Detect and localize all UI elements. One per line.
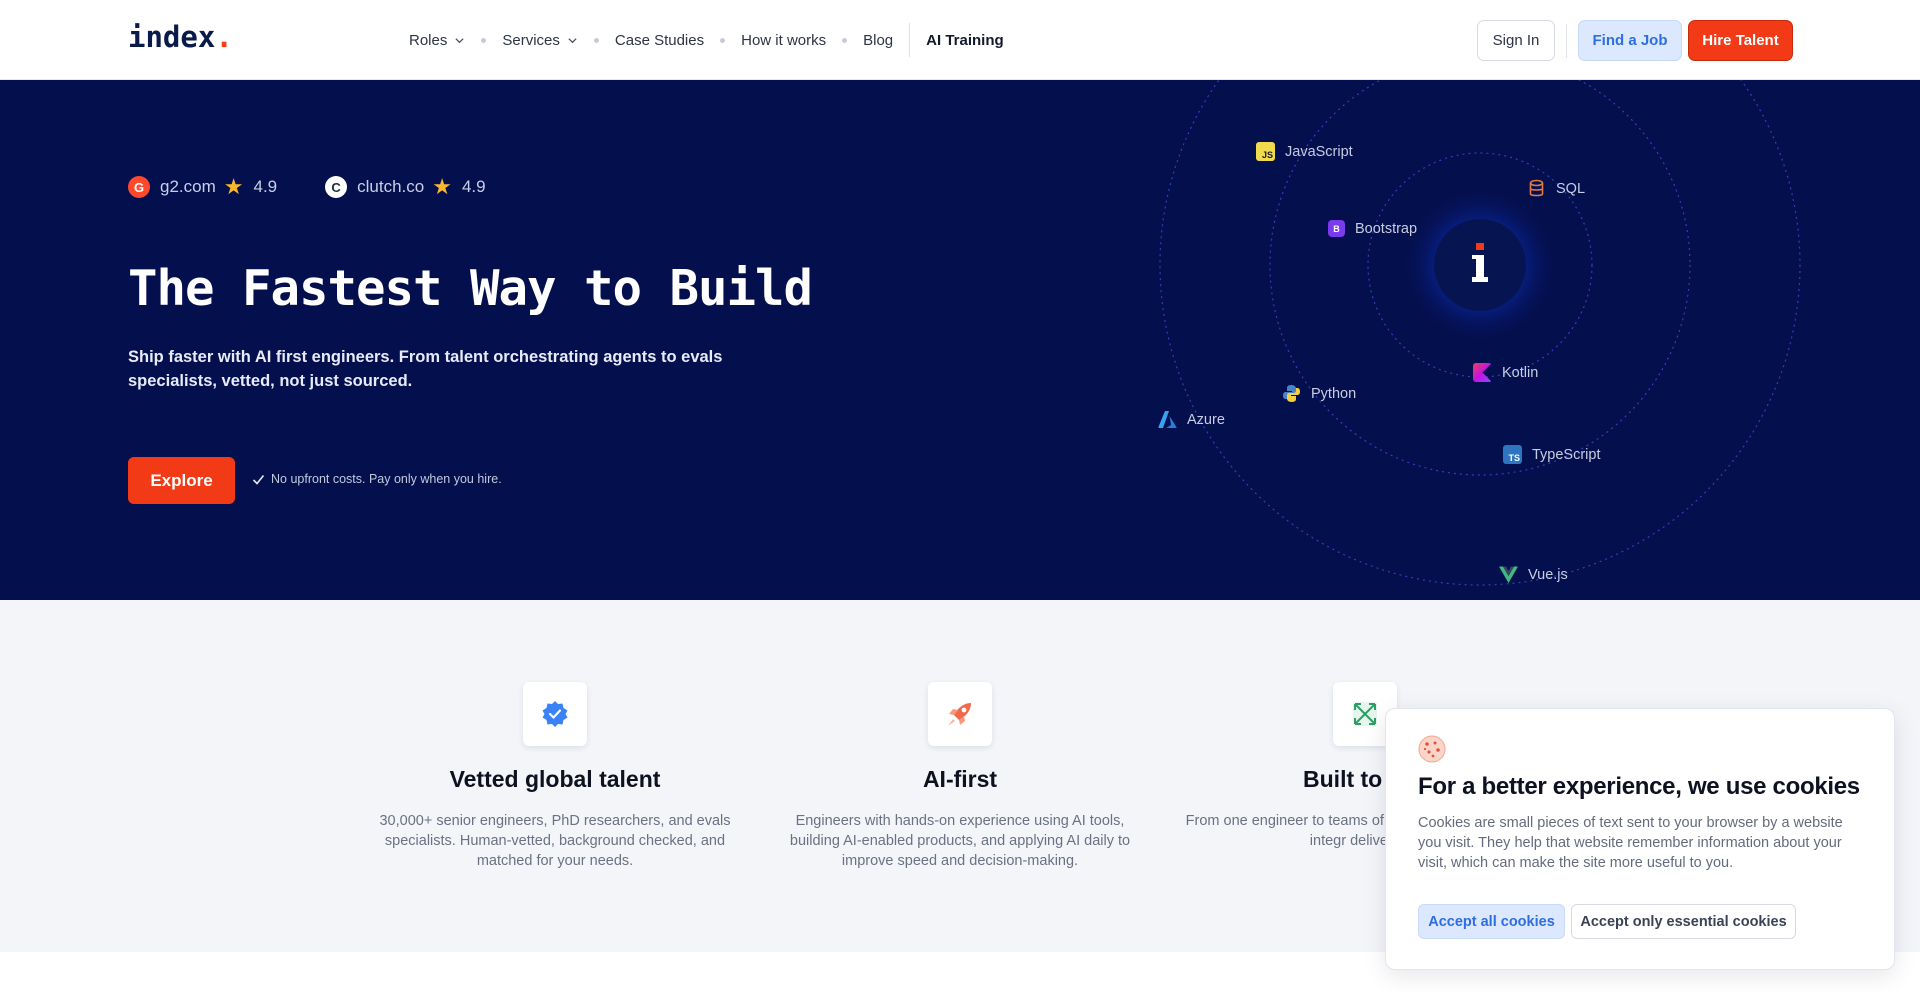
tech-label: JavaScript — [1285, 143, 1353, 160]
center-logo — [1440, 215, 1520, 315]
kotlin-icon — [1473, 363, 1492, 382]
rating-score: 4.9 — [461, 177, 486, 196]
checkmark-icon — [252, 474, 265, 485]
tech-javascript: JS JavaScript — [1256, 142, 1353, 161]
nav-dot-separator — [481, 37, 487, 43]
feature-text: 30,000+ senior engineers, PhD researcher… — [379, 813, 731, 869]
nav-item-case-studies[interactable]: Case Studies — [615, 32, 704, 49]
star-icon: ★ — [223, 174, 244, 199]
verified-badge-icon — [542, 701, 568, 727]
cookie-icon — [1418, 735, 1446, 763]
tech-label: TypeScript — [1532, 446, 1601, 463]
typescript-icon: TS — [1503, 445, 1522, 464]
hero-title: The Fastest Way to Build — [128, 260, 813, 317]
hire-talent-button[interactable]: Hire Talent — [1688, 20, 1793, 61]
rating-score: 4.9 — [253, 177, 278, 196]
logo-text: index — [128, 20, 216, 54]
clutch-logo-icon: C — [325, 176, 348, 198]
rating-site: clutch.co — [357, 177, 425, 196]
feature-icon-box — [928, 682, 992, 746]
accept-all-cookies-button[interactable]: Accept all cookies — [1418, 904, 1565, 939]
orbit-graphic — [1159, 80, 1801, 586]
index-mark-icon — [1472, 243, 1488, 282]
javascript-icon: JS — [1256, 142, 1275, 161]
bootstrap-icon: B — [1328, 220, 1345, 237]
feature-title: Vetted global talent — [449, 766, 661, 792]
cookie-text: Cookies are small pieces of text sent to… — [1418, 815, 1843, 871]
nav-divider — [909, 23, 911, 57]
nav-divider — [1566, 24, 1567, 58]
rocket-icon — [948, 703, 971, 726]
tech-bootstrap: B Bootstrap — [1328, 220, 1417, 237]
tech-label: Kotlin — [1502, 364, 1539, 381]
feature-card-ai-first: AI-first Engineers with hands-on experie… — [780, 600, 1140, 871]
explore-button[interactable]: Explore — [128, 457, 235, 504]
nav-item-roles[interactable]: Roles — [409, 32, 465, 49]
hero-section: G g2.com ★ 4.9 C clutch.co ★ 4.9 The Fas… — [0, 80, 1920, 600]
tech-label: Bootstrap — [1355, 220, 1418, 237]
database-icon — [1529, 179, 1544, 197]
nav-dot-separator — [720, 37, 726, 43]
hero-subtitle: Ship faster with AI first engineers. Fro… — [128, 348, 723, 390]
nav-item-label: Roles — [409, 31, 448, 49]
ratings-row: G g2.com ★ 4.9 C clutch.co ★ 4.9 — [128, 176, 534, 198]
nav-item-blog[interactable]: Blog — [863, 32, 893, 49]
accept-essential-cookies-button[interactable]: Accept only essential cookies — [1571, 904, 1796, 939]
feature-title: AI-first — [922, 766, 998, 792]
tech-vue: Vue.js — [1499, 565, 1568, 584]
find-job-button[interactable]: Find a Job — [1578, 20, 1682, 61]
tech-kotlin: Kotlin — [1473, 363, 1538, 382]
top-navbar: index. Roles Services Case Studies How i… — [0, 0, 1920, 80]
azure-icon — [1158, 411, 1177, 428]
tech-typescript: TS TypeScript — [1503, 445, 1601, 464]
feature-text: Engineers with hands-on experience using… — [789, 813, 1131, 869]
tech-label: Vue.js — [1528, 566, 1568, 583]
tech-sql: SQL — [1527, 179, 1585, 198]
rating-g2[interactable]: G g2.com ★ 4.9 — [128, 176, 277, 198]
expand-arrows-icon — [1353, 702, 1377, 726]
tech-label: SQL — [1556, 180, 1586, 197]
nav-item-ai-training[interactable]: AI Training — [926, 32, 1004, 49]
vue-icon — [1499, 566, 1518, 583]
logo-dot: . — [215, 20, 233, 54]
nav-item-label: Services — [502, 31, 560, 49]
main-menu: Roles Services Case Studies How it works… — [409, 0, 1004, 80]
chevron-down-icon — [455, 37, 464, 43]
nav-item-how-it-works[interactable]: How it works — [741, 32, 826, 49]
star-icon: ★ — [432, 174, 452, 199]
tech-azure: Azure — [1158, 410, 1225, 429]
sign-in-button[interactable]: Sign In — [1477, 20, 1555, 61]
nav-item-services[interactable]: Services — [502, 32, 578, 49]
feature-icon-box — [523, 682, 587, 746]
rating-clutch[interactable]: C clutch.co ★ 4.9 — [325, 174, 486, 199]
cookie-title: For a better experience, we use cookies — [1418, 773, 1860, 800]
python-icon — [1283, 385, 1300, 402]
chevron-down-icon — [568, 37, 577, 43]
nav-dot-separator — [842, 37, 848, 43]
g2-logo-icon: G — [128, 176, 150, 198]
feature-card-vetted: Vetted global talent 30,000+ senior engi… — [375, 600, 735, 871]
pricing-note-text: No upfront costs. Pay only when you hire… — [271, 472, 502, 486]
brand-logo[interactable]: index. — [128, 20, 233, 54]
tech-python: Python — [1282, 384, 1356, 403]
tech-label: Azure — [1187, 411, 1225, 428]
rating-site: g2.com — [160, 177, 216, 196]
cookie-banner: For a better experience, we use cookies … — [1385, 708, 1895, 970]
tech-label: Python — [1311, 385, 1357, 402]
pricing-note: No upfront costs. Pay only when you hire… — [252, 472, 502, 486]
nav-dot-separator — [593, 37, 599, 43]
